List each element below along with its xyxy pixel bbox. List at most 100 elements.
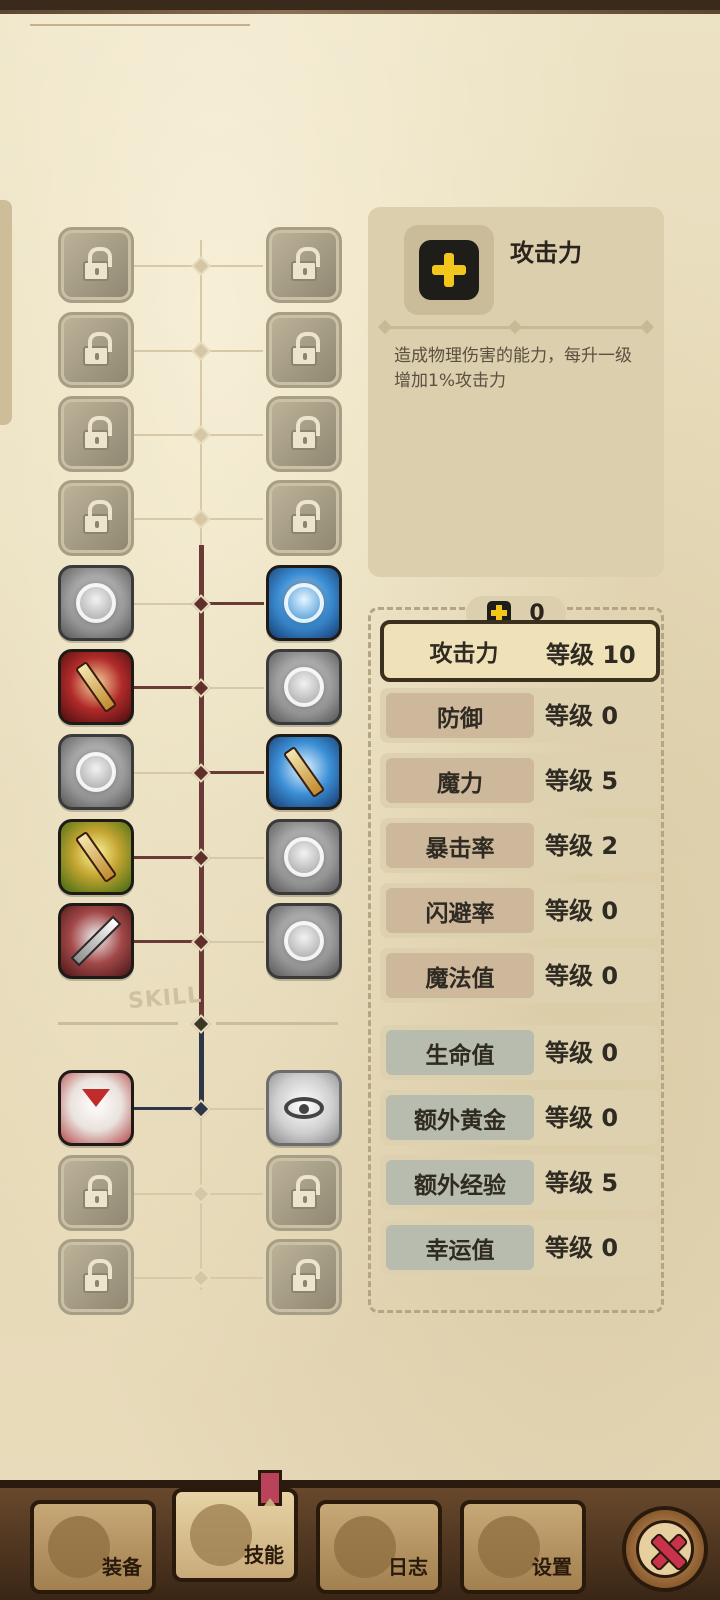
stickman-icon (76, 752, 116, 792)
skill-golden-armor[interactable] (58, 819, 134, 895)
tree-node (191, 509, 211, 529)
skill-stickman-spin[interactable] (58, 565, 134, 641)
locked-skill-slot[interactable] (266, 396, 342, 472)
nav-equipment-button[interactable]: 装备 (30, 1500, 156, 1594)
locked-skill-slot[interactable] (58, 1155, 134, 1231)
tree-branch (204, 687, 264, 689)
stat-row-extra-exp[interactable]: 额外经验 等级 5 (380, 1155, 658, 1210)
nav-label: 技能 (244, 1543, 284, 1567)
skill-dagger-strike[interactable] (58, 649, 134, 725)
wind-slash-icon (282, 745, 326, 799)
locked-skill-slot[interactable] (58, 480, 134, 556)
stat-row-extra-gold[interactable]: 额外黄金 等级 0 (380, 1090, 658, 1145)
lock-icon (291, 1175, 320, 1209)
nav-log-button[interactable]: 日志 (316, 1500, 442, 1594)
skill-info-panel: 攻击力 造成物理伤害的能力，每升一级增加1%攻击力 (368, 207, 664, 577)
tree-node (191, 848, 211, 868)
skill-rock-burst[interactable] (266, 819, 342, 895)
skill-shield-break[interactable] (266, 649, 342, 725)
tree-node (191, 678, 211, 698)
skill-wind-slash[interactable] (266, 734, 342, 810)
skill-cross-swords[interactable] (58, 903, 134, 979)
close-icon (636, 1520, 694, 1578)
stat-name: 闪避率 (386, 888, 534, 933)
stat-row-attack[interactable]: 攻击力 等级 10 (380, 620, 660, 682)
stat-level: 等级 0 (545, 1104, 619, 1132)
skill-watchful-eye[interactable] (266, 1070, 342, 1146)
stat-level: 等级 0 (545, 897, 619, 925)
stat-level: 等级 0 (545, 1234, 619, 1262)
tree-branch (133, 603, 199, 605)
target-icon (190, 1504, 252, 1566)
stat-row-mana[interactable]: 魔法值 等级 0 (380, 948, 658, 1003)
nav-settings-button[interactable]: 设置 (460, 1500, 586, 1594)
gear-icon (478, 1516, 540, 1578)
plus-icon (419, 240, 479, 300)
tree-node (191, 1099, 211, 1119)
stat-name: 生命值 (386, 1030, 534, 1075)
stat-row-crit-rate[interactable]: 暴击率 等级 2 (380, 818, 658, 873)
lock-icon (291, 416, 320, 450)
stat-level: 等级 10 (546, 641, 636, 669)
stat-row-luck[interactable]: 幸运值 等级 0 (380, 1220, 658, 1275)
stat-name: 魔法值 (386, 953, 534, 998)
locked-skill-slot[interactable] (266, 1239, 342, 1315)
active-tab-bookmark (258, 1470, 282, 1506)
locked-skill-slot[interactable] (266, 227, 342, 303)
nav-label: 装备 (102, 1555, 142, 1579)
tree-branch-active (204, 771, 264, 774)
tree-node (191, 1184, 211, 1204)
skill-armor-drop[interactable] (58, 1070, 134, 1146)
info-title: 攻击力 (510, 239, 582, 267)
locked-skill-slot[interactable] (58, 396, 134, 472)
stat-level: 等级 0 (545, 1039, 619, 1067)
tree-node (191, 594, 211, 614)
tree-branch-active (133, 686, 199, 689)
info-icon-frame (404, 225, 494, 315)
tree-branch-active (204, 602, 264, 605)
locked-skill-slot[interactable] (266, 1155, 342, 1231)
locked-skill-slot[interactable] (58, 312, 134, 388)
stat-level: 等级 0 (545, 702, 619, 730)
skill-stickman-dash[interactable] (58, 734, 134, 810)
tree-branch-active (133, 940, 199, 943)
skill-section-label: SKILL (127, 982, 204, 1015)
lock-icon (83, 500, 112, 534)
stickman-icon (76, 583, 116, 623)
section-divider (216, 1022, 338, 1025)
stat-name: 额外黄金 (386, 1095, 534, 1140)
stat-level: 等级 0 (545, 962, 619, 990)
stat-row-health[interactable]: 生命值 等级 0 (380, 1025, 658, 1080)
skill-tree: SKILL (0, 0, 360, 1320)
tree-branch (204, 857, 264, 859)
lock-icon (83, 247, 112, 281)
locked-skill-slot[interactable] (266, 480, 342, 556)
locked-skill-slot[interactable] (58, 227, 134, 303)
tree-branch (204, 941, 264, 943)
close-button[interactable] (622, 1506, 708, 1592)
eye-icon (284, 1097, 324, 1119)
lock-icon (291, 1259, 320, 1293)
lock-icon (291, 247, 320, 281)
stat-name: 暴击率 (386, 823, 534, 868)
tree-node (191, 256, 211, 276)
tree-branch (204, 1108, 264, 1110)
tree-node (191, 763, 211, 783)
stat-row-defense[interactable]: 防御 等级 0 (380, 688, 658, 743)
lock-icon (83, 1259, 112, 1293)
stat-name: 额外经验 (386, 1160, 534, 1205)
skill-sparkle-stickman[interactable] (266, 903, 342, 979)
golden-armor-icon (74, 830, 118, 884)
nav-label: 日志 (388, 1555, 428, 1579)
stat-name: 攻击力 (429, 640, 499, 667)
stat-row-dodge-rate[interactable]: 闪避率 等级 0 (380, 883, 658, 938)
stat-row-magic-power[interactable]: 魔力 等级 5 (380, 753, 658, 808)
stat-level: 等级 2 (545, 832, 619, 860)
locked-skill-slot[interactable] (266, 312, 342, 388)
crossed-swords-icon (70, 915, 122, 967)
shield-icon (284, 667, 324, 707)
skill-lightning-stickman[interactable] (266, 565, 342, 641)
locked-skill-slot[interactable] (58, 1239, 134, 1315)
tree-branch-active (133, 856, 199, 859)
stat-name: 魔力 (386, 758, 534, 803)
